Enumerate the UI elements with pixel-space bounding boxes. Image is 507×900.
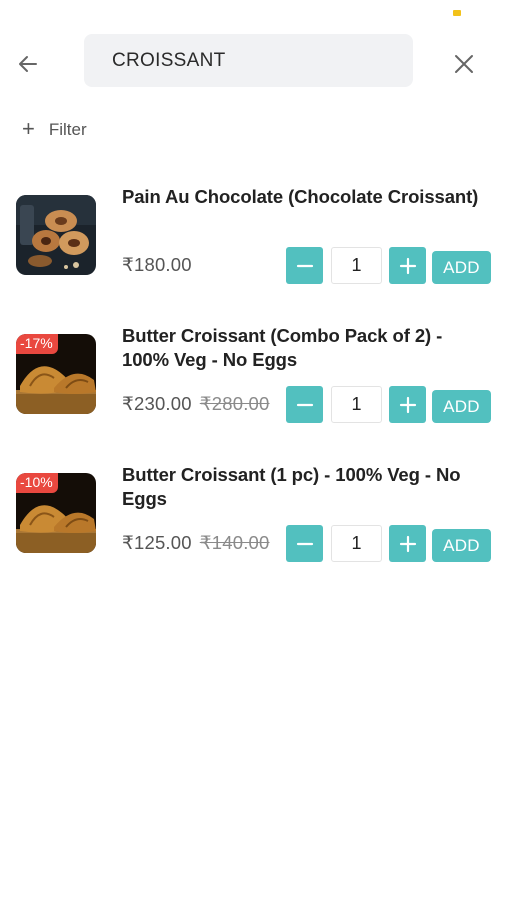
chocolate-croissant-image[interactable]: [16, 195, 96, 275]
plus-icon: [399, 396, 416, 413]
decrease-quantity-button[interactable]: [286, 386, 323, 423]
add-to-cart-button[interactable]: ADD: [432, 251, 491, 284]
product-price: ₹180.00: [122, 254, 192, 276]
quantity-input[interactable]: [331, 525, 382, 562]
increase-quantity-button[interactable]: [389, 525, 426, 562]
quantity-input[interactable]: [331, 386, 382, 423]
search-input[interactable]: [110, 48, 387, 73]
product-item[interactable]: -17% Butter Croissant (Combo Pack of 2) …: [0, 324, 507, 434]
quantity-input[interactable]: [331, 247, 382, 284]
status-indicator: [453, 10, 461, 16]
increase-quantity-button[interactable]: [389, 247, 426, 284]
minus-icon: [296, 264, 313, 267]
product-item[interactable]: Pain Au Chocolate (Chocolate Croissant) …: [0, 185, 507, 295]
add-to-cart-button[interactable]: ADD: [432, 390, 491, 423]
discount-badge: -17%: [16, 334, 58, 355]
original-price: ₹140.00: [199, 532, 270, 553]
plus-icon: [399, 257, 416, 274]
minus-icon: [296, 542, 313, 545]
product-name[interactable]: Butter Croissant (1 pc) - 100% Veg - No …: [122, 463, 482, 511]
decrease-quantity-button[interactable]: [286, 247, 323, 284]
plus-icon: +: [22, 116, 35, 141]
decrease-quantity-button[interactable]: [286, 525, 323, 562]
original-price: ₹280.00: [199, 393, 270, 414]
close-icon: [455, 55, 473, 73]
add-to-cart-button[interactable]: ADD: [432, 529, 491, 562]
clear-search-button[interactable]: [447, 47, 481, 81]
back-button[interactable]: [12, 48, 44, 80]
butter-croissant-image[interactable]: -10%: [16, 473, 96, 553]
discount-badge: -10%: [16, 473, 58, 494]
plus-icon: [399, 535, 416, 552]
current-price: ₹125.00: [122, 532, 192, 553]
filter-label: Filter: [48, 120, 87, 139]
minus-icon: [296, 403, 313, 406]
search-box[interactable]: [84, 34, 413, 87]
filter-button[interactable]: + Filter: [22, 116, 87, 141]
butter-croissant-image[interactable]: -17%: [16, 334, 96, 414]
current-price: ₹180.00: [122, 254, 192, 275]
arrow-left-icon: [19, 56, 37, 72]
product-name[interactable]: Butter Croissant (Combo Pack of 2) - 100…: [122, 324, 482, 372]
current-price: ₹230.00: [122, 393, 192, 414]
product-price: ₹230.00 ₹280.00: [122, 393, 270, 415]
increase-quantity-button[interactable]: [389, 386, 426, 423]
product-item[interactable]: -10% Butter Croissant (1 pc) - 100% Veg …: [0, 463, 507, 573]
product-name[interactable]: Pain Au Chocolate (Chocolate Croissant): [122, 185, 482, 209]
product-price: ₹125.00 ₹140.00: [122, 532, 270, 554]
